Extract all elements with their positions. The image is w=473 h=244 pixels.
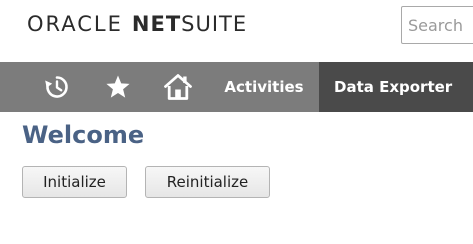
- star-icon: [106, 75, 130, 98]
- home-button[interactable]: [158, 62, 198, 112]
- tab-data-exporter[interactable]: Data Exporter: [319, 62, 473, 112]
- recent-records-button[interactable]: [38, 62, 76, 112]
- logo-net-text: NET: [131, 12, 182, 36]
- initialize-button[interactable]: Initialize: [22, 166, 127, 198]
- netsuite-page: ORACLE NET SUITE Search Activities Data …: [0, 0, 473, 244]
- navbar: Activities Data Exporter: [0, 62, 473, 112]
- oracle-netsuite-logo[interactable]: ORACLE NET SUITE: [27, 12, 247, 36]
- logo-suite-text: SUITE: [181, 12, 248, 36]
- search-input[interactable]: [402, 7, 473, 43]
- header: ORACLE NET SUITE: [0, 0, 473, 62]
- logo-oracle-text: ORACLE: [27, 12, 123, 36]
- shortcuts-button[interactable]: [99, 62, 137, 112]
- tab-activities[interactable]: Activities: [210, 62, 318, 112]
- reinitialize-button[interactable]: Reinitialize: [145, 166, 270, 198]
- search-box: [401, 6, 473, 44]
- page-title: Welcome: [22, 121, 145, 149]
- history-icon: [45, 76, 68, 98]
- home-icon: [164, 74, 192, 100]
